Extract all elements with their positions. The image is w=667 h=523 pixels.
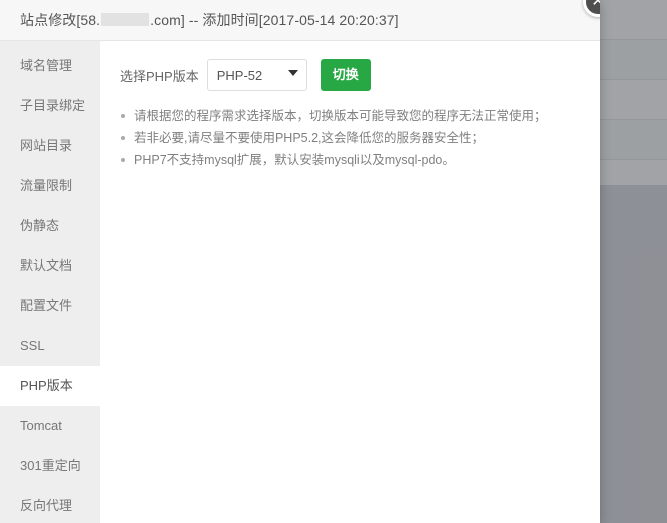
switch-button[interactable]: 切换 [320, 59, 371, 91]
php-version-panel: 选择PHP版本 PHP-52 切换 请根据您的程序需求选择版本，切换版本可能导致… [100, 41, 600, 523]
note-item: 若非必要,请尽量不要使用PHP5.2,这会降低您的服务器安全性； [120, 127, 580, 149]
note-item: PHP7不支持mysql扩展，默认安装mysqli以及mysql-pdo。 [120, 149, 580, 171]
site-edit-modal: 站点修改[58. .com] -- 添加时间[2017-05-14 20:20:3… [0, 0, 600, 523]
sidebar-item-ssl[interactable]: SSL [0, 326, 100, 366]
sidebar-item-rewrite[interactable]: 伪静态 [0, 206, 100, 246]
sidebar-item-domain-management[interactable]: 域名管理 [0, 46, 100, 86]
sidebar-item-tomcat[interactable]: Tomcat [0, 406, 100, 446]
php-version-form: 选择PHP版本 PHP-52 切换 [120, 59, 580, 91]
sidebar-item-301-redirect[interactable]: 301重定向 [0, 446, 100, 486]
sidebar-item-default-document[interactable]: 默认文档 [0, 246, 100, 286]
sidebar-item-site-directory[interactable]: 网站目录 [0, 126, 100, 166]
modal-title-suffix: .com] -- 添加时间[2017-05-14 20:20:37] [150, 12, 399, 28]
sidebar-item-traffic-limit[interactable]: 流量限制 [0, 166, 100, 206]
note-item: 请根据您的程序需求选择版本，切换版本可能导致您的程序无法正常使用； [120, 105, 580, 127]
sidebar: 域名管理 子目录绑定 网站目录 流量限制 伪静态 默认文档 配置文件 SSL P… [0, 41, 100, 523]
redacted-domain-mask [101, 13, 150, 26]
sidebar-item-php-version[interactable]: PHP版本 [0, 366, 100, 406]
sidebar-item-config-file[interactable]: 配置文件 [0, 286, 100, 326]
modal-overlay-shade [600, 0, 667, 523]
php-version-label: 选择PHP版本 [120, 68, 199, 84]
modal-header: 站点修改[58. .com] -- 添加时间[2017-05-14 20:20:3… [0, 0, 600, 41]
modal-title-prefix: 站点修改[58. [20, 12, 101, 28]
modal-body: 域名管理 子目录绑定 网站目录 流量限制 伪静态 默认文档 配置文件 SSL P… [0, 41, 600, 523]
php-version-select-wrapper: PHP-52 [206, 59, 307, 91]
php-version-select[interactable]: PHP-52 [206, 59, 307, 91]
sidebar-item-subdirectory-binding[interactable]: 子目录绑定 [0, 86, 100, 126]
sidebar-item-reverse-proxy[interactable]: 反向代理 [0, 486, 100, 523]
page-title: 站点修改[58. .com] -- 添加时间[2017-05-14 20:20:3… [0, 10, 399, 30]
php-version-notes: 请根据您的程序需求选择版本，切换版本可能导致您的程序无法正常使用； 若非必要,请… [120, 105, 580, 171]
